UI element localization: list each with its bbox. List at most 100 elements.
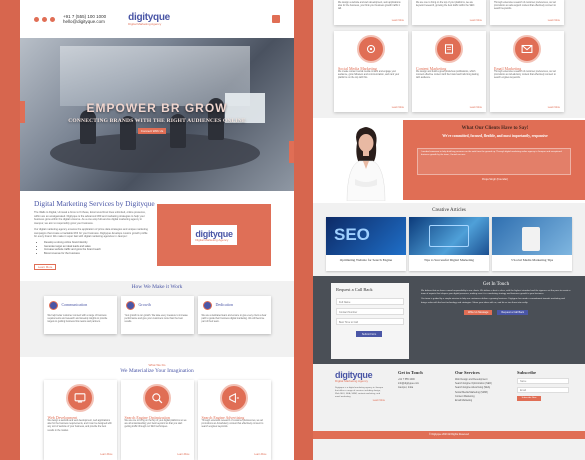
footer-contact-title: Get in Touch	[398, 370, 423, 375]
logo-tagline: Digital Marketing Agency	[195, 237, 229, 242]
get-in-touch-text: We believe that we have a moral responsi…	[421, 290, 571, 296]
learn-more-link[interactable]: Learn More	[548, 19, 560, 22]
write-message-button[interactable]: Write Us Message	[463, 309, 493, 315]
page-preview-right: We design a website and web development,…	[313, 0, 585, 460]
copyright-bar: © Digityque 2023 All Rights Reserved	[313, 431, 585, 439]
service-card[interactable]: Search Engine Optimization We are one to…	[120, 380, 194, 460]
articles-section: Creative Articles SEO Optimizing Website…	[313, 203, 585, 276]
subscribe-name-input[interactable]: Name	[517, 378, 569, 384]
intro-section: Digital Marketing Services by Digityque …	[20, 191, 294, 281]
learn-more-link[interactable]: Learn More	[470, 19, 482, 22]
article-title[interactable]: Optimizing Website for Search Engine	[326, 255, 406, 265]
article-title[interactable]: Tips to Successful Digital Marketing	[409, 255, 489, 265]
hero-cta-button[interactable]: Connect With Us	[138, 128, 166, 134]
service-card[interactable]: Search Engine Advertising Through extens…	[197, 380, 271, 460]
article-title[interactable]: 3 Social Media Marketing Tips	[492, 255, 572, 265]
intro-image: digityque Digital Marketing Agency	[157, 204, 271, 266]
learn-more-link[interactable]: Learn More	[548, 106, 560, 109]
how-title: How We Make it Work	[131, 284, 183, 290]
contact-number-field[interactable]: Contact Number	[336, 308, 404, 315]
submit-form-button[interactable]: Submit Form	[356, 331, 382, 337]
learn-more-link[interactable]: Learn More	[392, 106, 404, 109]
article-image	[409, 217, 489, 255]
best-time-field[interactable]: Best Time to Call	[336, 318, 404, 325]
how-card-title: Growth	[138, 302, 151, 307]
content-marketing-icon	[435, 35, 463, 63]
learn-more-link[interactable]: Learn More	[177, 453, 189, 456]
email-icon	[513, 35, 541, 63]
how-card-text: We are a dedicated team and ensure to gi…	[201, 315, 267, 324]
hero-subtitle: CONNECTING BRANDS WITH THE RIGHT AUDIENC…	[68, 118, 246, 124]
subscribe-email-input[interactable]: Email	[517, 387, 569, 393]
service-card-text: We create content social media content a…	[338, 71, 400, 80]
intro-logo: digityque Digital Marketing Agency	[195, 229, 233, 242]
service-card[interactable]: We are one to bring on the top of your p…	[412, 0, 486, 25]
learn-more-link[interactable]: Learn More	[254, 453, 266, 456]
service-card[interactable]: Content Marketing We design and build a …	[412, 31, 486, 112]
hero-title: EMPOWER BR GROW	[86, 101, 228, 115]
service-card-text: We design a website and web development,…	[338, 2, 401, 11]
page-preview-left: +91 7 (555) 100 1000 hello@digityque.com…	[20, 0, 294, 460]
service-card[interactable]: Through extensive research of customer p…	[490, 0, 564, 25]
footer-read-more[interactable]: Learn More	[335, 399, 385, 403]
footer-services-title: Our Services	[455, 370, 480, 375]
hero-banner: EMPOWER BR GROW CONNECTING BRANDS WITH T…	[20, 38, 294, 191]
service-card-text: Through extensive research of customer p…	[201, 420, 264, 429]
footer-services: Our Services Web Design and Development …	[455, 370, 492, 403]
how-card: Communication We help better customer co…	[43, 296, 117, 334]
site-logo[interactable]: digityque Digital Marketing Agency	[128, 12, 170, 26]
footer-service-link[interactable]: Search Engine Advertising (SEA)	[455, 386, 492, 390]
learn-more-link[interactable]: Learn More	[100, 453, 112, 456]
service-card-text: We design and build a great posts/new pu…	[416, 71, 479, 80]
services-section: What We Do We Materialize Your Imaginati…	[20, 357, 294, 460]
seo-icon	[143, 384, 171, 412]
article-image: SEO	[326, 217, 406, 255]
testimonial-quote: I needed someone to help build my presen…	[417, 148, 571, 175]
get-in-touch: Get In Touch We believe that we have a m…	[421, 282, 571, 315]
service-cards-top: We design a website and web development,…	[313, 0, 585, 25]
instagram-icon[interactable]	[42, 16, 47, 22]
learn-more-link[interactable]: Learn More	[392, 19, 404, 22]
full-name-field[interactable]: Full Name	[336, 298, 404, 305]
service-card[interactable]: Email Marketing Through extensive resear…	[490, 31, 564, 112]
article-card[interactable]: Tips to Successful Digital Marketing	[409, 217, 489, 271]
hero-side-tab-right[interactable]	[289, 141, 294, 163]
subscribe-button[interactable]: Subscribe Now	[517, 396, 541, 401]
get-in-touch-text: Our team is guided by a simple mission t…	[421, 298, 565, 304]
learn-more-link[interactable]: Learn More	[470, 106, 482, 109]
footer-address: Jaunpur, India	[398, 386, 414, 390]
services-kicker: What We Do	[148, 363, 166, 367]
testimonial-subtitle: We're committed, focused, flexible, and …	[442, 134, 548, 138]
service-card-text: We are one to bring on the top of your d…	[124, 420, 187, 429]
email-address[interactable]: hello@digityque.com	[63, 19, 106, 24]
footer-about-text: Digityque is a digital marketing agency …	[335, 387, 384, 399]
how-card: Dedication We are a dedicated team and e…	[197, 296, 271, 334]
callback-form: Request a Call Back Full Name Contact Nu…	[331, 283, 409, 359]
dedication-icon	[202, 301, 212, 310]
footer-subscribe-title: Subscribe	[517, 370, 537, 375]
service-card[interactable]: Social Media Marketing We create content…	[334, 31, 408, 112]
linkedin-icon[interactable]	[50, 16, 55, 22]
footer-service-link[interactable]: Email Marketing	[455, 399, 492, 403]
advertising-icon	[220, 384, 248, 412]
menu-icon[interactable]	[272, 15, 280, 23]
footer-logo[interactable]: digityque Digital Marketing Agency	[335, 370, 385, 383]
contact-info: +91 7 (555) 100 1000 hello@digityque.com	[63, 14, 106, 25]
facebook-icon[interactable]	[34, 16, 39, 22]
footer-subscribe: Subscribe Name Email Subscribe Now	[517, 370, 569, 401]
testimonial-section: What Our Clients Have to Say! We're comm…	[313, 118, 585, 203]
service-card[interactable]: We design a website and web development,…	[334, 0, 408, 25]
intro-learn-more-button[interactable]: Learn More	[34, 264, 57, 271]
hero-window	[60, 46, 250, 106]
article-banner-text: SEO	[334, 225, 370, 244]
get-in-touch-title: Get In Touch	[482, 282, 510, 287]
article-card[interactable]: SEO Optimizing Website for Search Engine	[326, 217, 406, 271]
service-card[interactable]: Web Development We design a website and …	[43, 380, 117, 460]
testimonial-title: What Our Clients Have to Say!	[461, 126, 529, 131]
how-card-text: We help better customer connect with a r…	[47, 315, 108, 324]
service-card-text: We are one to bring on the top of your p…	[416, 2, 475, 8]
how-card-title: Dedication	[215, 302, 234, 307]
request-callback-button[interactable]: Request a Call Back	[497, 309, 529, 315]
article-card[interactable]: 3 Social Media Marketing Tips	[492, 217, 572, 271]
top-bar: +91 7 (555) 100 1000 hello@digityque.com…	[20, 0, 294, 38]
